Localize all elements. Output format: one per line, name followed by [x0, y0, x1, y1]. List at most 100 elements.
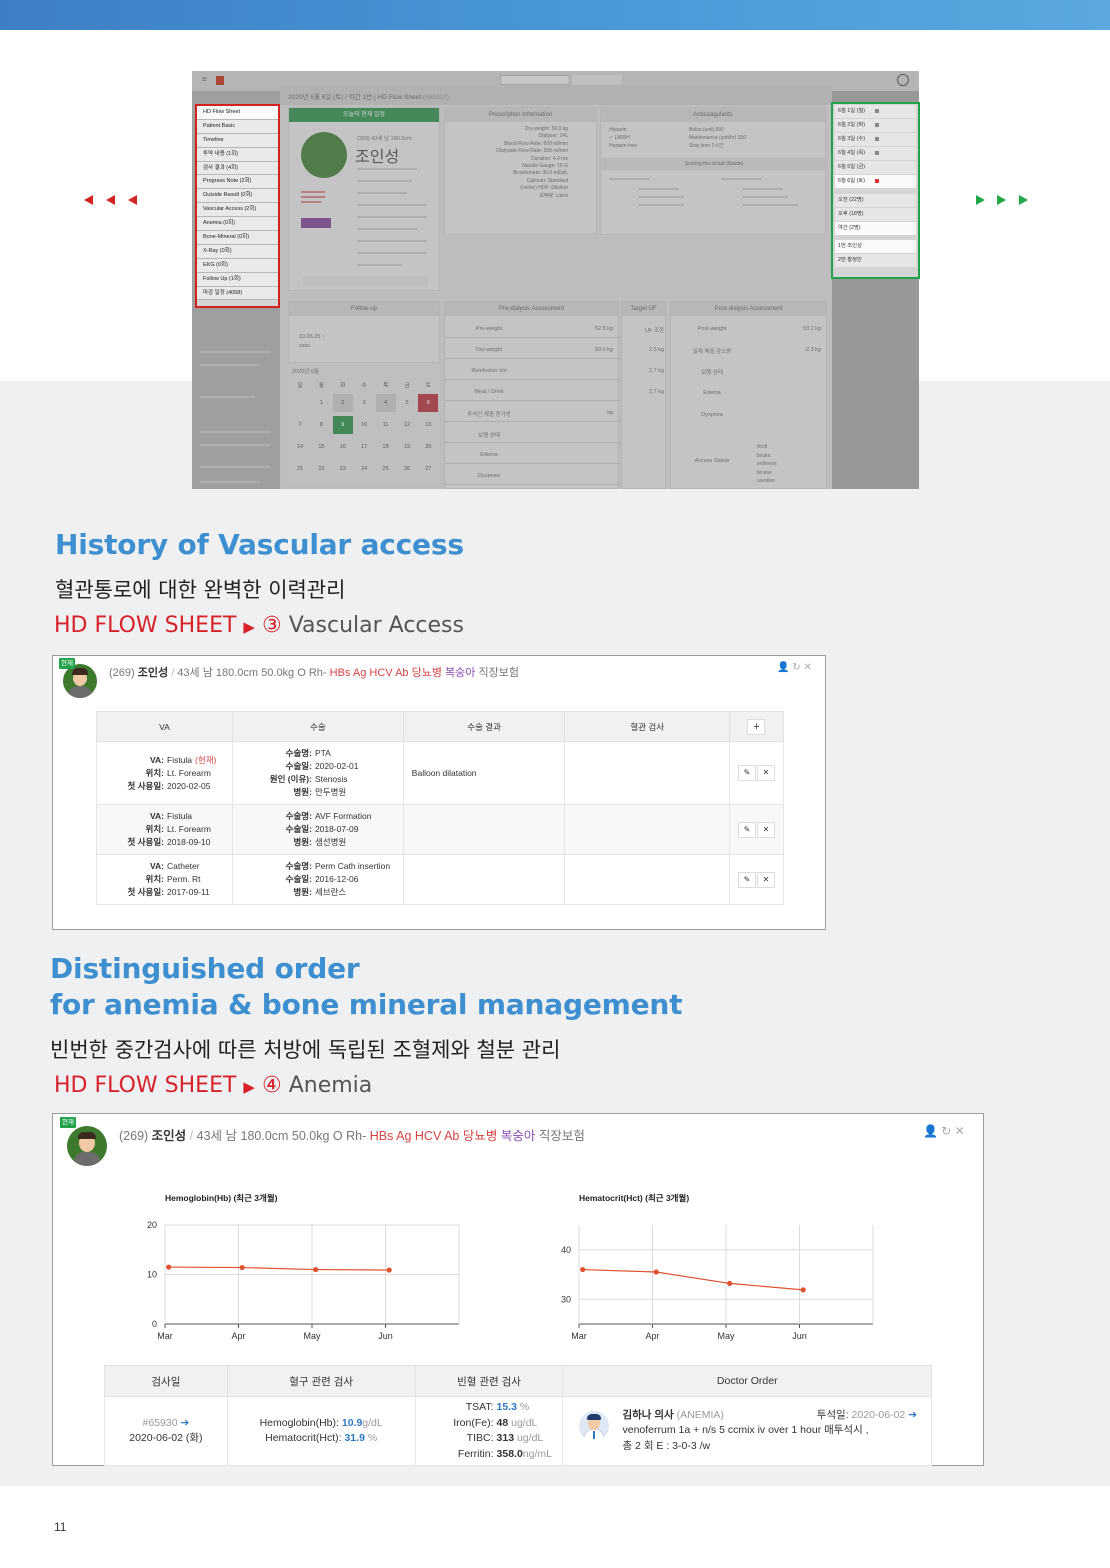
date-list-item[interactable]: 6월 4일 (목): [835, 147, 916, 160]
field-value: Perm Cath insertion: [314, 861, 391, 871]
menu-item[interactable]: Outside Result (0회): [197, 189, 278, 204]
open-link-icon[interactable]: ➔: [180, 1417, 189, 1429]
field-value: 2017-09-11: [167, 887, 210, 897]
column-header-surgery: 수술: [231, 711, 404, 742]
column-header-doctor-order: Doctor Order: [562, 1365, 932, 1397]
field-value: 샘선병원: [314, 837, 347, 847]
iron-value: 48: [496, 1416, 509, 1429]
blood-cell: Hemoglobin(Hb): 10.9g/dL Hematocrit(Hct)…: [226, 1396, 416, 1466]
card-action-icons[interactable]: 👤 ↻ ✕: [777, 662, 812, 673]
patient-name: 조인성: [137, 667, 169, 679]
x-tick-label: Mar: [157, 1331, 173, 1341]
field-value: AVF Formation: [314, 811, 372, 821]
patient-avatar: [63, 664, 97, 698]
data-point: [800, 1287, 806, 1293]
vessel-exam-cell: [564, 854, 730, 905]
column-header-date: 검사일: [104, 1365, 228, 1397]
field-value: Lt. Forearm: [167, 767, 211, 778]
section-title-line2: for anemia & bone mineral management: [50, 988, 683, 1021]
tsat-value: 15.3: [496, 1401, 517, 1413]
date-label: 오전 (22명): [838, 197, 864, 203]
menu-item[interactable]: 검사 결과 (4회): [197, 161, 278, 176]
right-arrow-icon: [1019, 195, 1028, 205]
column-header-result: 수술 결과: [402, 711, 566, 742]
card-action-icons[interactable]: 👤 ↻ ✕: [923, 1124, 965, 1138]
edit-icon[interactable]: ✎: [737, 765, 756, 781]
menu-item[interactable]: Progress Note (2회): [197, 175, 278, 190]
date-list-item[interactable]: 6월 3일 (수): [835, 133, 916, 146]
field-value: 2020-02-05: [167, 780, 211, 791]
surgery-cell: 수술명: PTA 수술일: 2020-02-01 원인 (이유): Stenosis 병원:…: [231, 741, 404, 805]
left-arrow-icon: [106, 195, 115, 205]
menu-item[interactable]: HD Flow Sheet: [197, 106, 278, 120]
doctor-name: 김하나 의사: [622, 1408, 674, 1421]
menu-item[interactable]: Anemia (0회): [197, 217, 278, 232]
field-value: 2020-02-01: [314, 761, 359, 771]
delete-icon[interactable]: ✕: [756, 821, 775, 838]
hct-chart-title: Hematocrit(Hct) (최근 3개월): [579, 1193, 690, 1203]
date-list-item[interactable]: 야간 (2명): [835, 222, 916, 235]
date-list-item[interactable]: 6월 6일 (토): [835, 175, 916, 188]
field-label: 수술명:: [285, 861, 312, 871]
date-list-item[interactable]: 6월 2일 (화): [835, 119, 916, 132]
series-line: [168, 1266, 390, 1271]
delete-icon[interactable]: ✕: [756, 871, 775, 888]
date-list-item[interactable]: 6월 1일 (월): [835, 105, 916, 118]
section-breadcrumb: HD FLOW SHEET ▶ ③ Vascular Access: [54, 613, 464, 638]
menu-item[interactable]: Follow Up (1회): [197, 272, 278, 287]
field-label: 병원:: [293, 837, 312, 847]
field-label: VA:: [149, 811, 164, 821]
surgery-cell: 수술명: Perm Cath insertion 수술일: 2016-12-06 병원:…: [231, 854, 404, 905]
menu-item[interactable]: Timeline: [197, 133, 278, 148]
field-label: 첫 사용일:: [127, 780, 164, 791]
breadcrumb-number: ③: [261, 613, 282, 638]
menu-item[interactable]: Vascular Access (2회): [197, 203, 278, 218]
patient-info-line: (269) 조인성 / 43세 남 180.0cm 50.0kg O Rh- H…: [109, 667, 519, 679]
x-tick-label: Jun: [378, 1331, 393, 1341]
current-tag: (현재): [195, 754, 217, 765]
dialysis-date: 2020-06-02: [851, 1408, 906, 1421]
field-label: 수술일:: [285, 761, 312, 771]
top-banner: [0, 0, 1110, 30]
menu-item[interactable]: EKG (0회): [197, 258, 278, 273]
section-title-line1: Distinguished order: [50, 952, 360, 985]
date-list-item[interactable]: 1번 조인성: [835, 240, 916, 253]
surgery-cell: 수술명: AVF Formation 수술일: 2018-07-09 병원: 샘선병원: [231, 804, 404, 855]
anemia-card: 현재 (269) 조인성 / 43세 남 180.0cm 50.0kg O Rh…: [52, 1113, 984, 1466]
status-marker: [875, 137, 879, 141]
field-label: 수술명:: [285, 748, 312, 758]
surgery-result-cell: [402, 854, 566, 905]
delete-icon[interactable]: ✕: [756, 765, 775, 781]
menu-item[interactable]: 마감 일정 (4058): [197, 286, 278, 301]
y-tick-label: 20: [147, 1220, 157, 1230]
field-label: 병원:: [293, 887, 312, 897]
data-point: [239, 1264, 245, 1271]
status-marker: [875, 123, 879, 127]
edit-icon[interactable]: ✎: [737, 821, 756, 838]
vascular-access-table: VA 수술 수술 결과 혈관 검사 + VA: Fistula (현재) 위치: Lt.…: [96, 711, 785, 905]
date-list-item[interactable]: 2번 황정민: [835, 254, 916, 267]
va-cell: VA: Fistula 위치: Lt. Forearm 첫 사용일: 2018-09-10: [96, 804, 233, 855]
date-label: 1번 조인성: [838, 243, 862, 249]
date-list-item[interactable]: 오후 (18명): [835, 208, 916, 221]
field-value: 세브란스: [314, 887, 347, 897]
date-list-item[interactable]: 6월 5일 (금): [835, 161, 916, 174]
field-label: VA:: [149, 861, 164, 871]
menu-item[interactable]: Patient Basic: [197, 119, 278, 134]
date-label: 야간 (2명): [838, 225, 861, 231]
edit-icon[interactable]: ✎: [737, 871, 756, 888]
date-list-item[interactable]: 오전 (22명): [835, 194, 916, 207]
add-button[interactable]: +: [747, 718, 766, 735]
date-label: 6월 5일 (금): [838, 164, 865, 170]
open-link-icon[interactable]: ➔: [908, 1409, 917, 1421]
exam-number[interactable]: #65930: [143, 1417, 178, 1429]
menu-item[interactable]: X-Ray (0회): [197, 244, 278, 259]
hb-chart: 0 10 20 Mar Apr May Jun: [147, 1220, 460, 1341]
data-point: [580, 1266, 586, 1273]
menu-item[interactable]: 투약 내용 (1회): [197, 147, 278, 162]
date-list: 6월 1일 (월) 6월 2일 (화) 6월 3일 (수) 6월 4일 (목) 6월 5…: [831, 102, 920, 279]
data-point: [313, 1266, 319, 1273]
y-tick-label: 10: [147, 1270, 157, 1280]
date-label: 6월 6일 (토): [838, 178, 865, 184]
menu-item[interactable]: Bone-Mineral (0회): [197, 231, 278, 245]
